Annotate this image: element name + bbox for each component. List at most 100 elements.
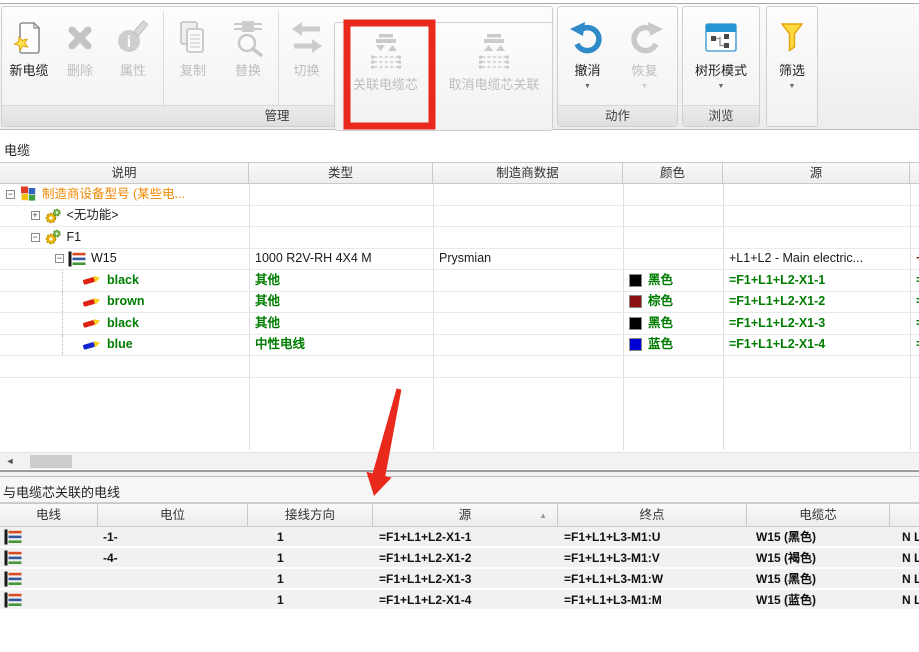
- button-label: 属性: [120, 63, 146, 79]
- wire-red-icon: [82, 316, 102, 330]
- tree-branch-line: [62, 335, 82, 356]
- replace-button[interactable]: 替换: [220, 9, 276, 109]
- column-header-4[interactable]: 源: [723, 163, 910, 183]
- tree-expander[interactable]: −: [31, 233, 40, 242]
- manufacturer-cell: [433, 184, 623, 205]
- redo-button[interactable]: 恢复 ▼: [616, 9, 673, 109]
- color-swatch: [629, 317, 642, 330]
- application-window: 管理 新电缆 删除 i: [0, 0, 919, 652]
- cable-icon: [4, 550, 22, 566]
- description-cell: −制造商设备型号 (某些电...: [0, 184, 249, 205]
- button-label: 替换: [235, 63, 261, 79]
- color-swatch: [629, 274, 642, 287]
- column-header-3[interactable]: 源▲: [373, 504, 558, 526]
- source-cell: [723, 184, 910, 205]
- table-row[interactable]: −F1: [0, 227, 919, 249]
- dropdown-caret-icon[interactable]: ▼: [718, 82, 725, 91]
- item-name: <无功能>: [67, 206, 119, 227]
- table-row[interactable]: brown其他棕色=F1+L1+L2-X1-2=: [0, 292, 919, 314]
- wires-panel-header: 与电缆芯关联的电线: [0, 477, 919, 503]
- link-cable-core-icon: [365, 29, 407, 75]
- scroll-left-arrow-icon[interactable]: ◄: [2, 453, 18, 469]
- column-header-0[interactable]: 电线: [0, 504, 98, 526]
- column-header-0[interactable]: 说明: [0, 163, 249, 183]
- dropdown-caret-icon[interactable]: ▼: [789, 82, 796, 91]
- copy-button[interactable]: 复制: [166, 9, 220, 109]
- scrollbar-thumb[interactable]: [30, 455, 72, 468]
- table-row[interactable]: black其他黑色=F1+L1+L2-X1-1=: [0, 270, 919, 292]
- new-cable-icon: [8, 15, 50, 61]
- delete-button[interactable]: 删除: [55, 9, 105, 109]
- table-row[interactable]: black其他黑色=F1+L1+L2-X1-3=: [0, 313, 919, 335]
- cut-cell: +: [910, 249, 919, 270]
- cable-table-body: −制造商设备型号 (某些电...+<无功能>−F1−W151000 R2V-RH…: [0, 184, 919, 378]
- table-row[interactable]: + <无功能>: [0, 206, 919, 228]
- cube-icon: [19, 186, 37, 202]
- color-swatch: [629, 338, 642, 351]
- column-header-2[interactable]: 制造商数据: [433, 163, 623, 183]
- unlink-cable-core-button[interactable]: 取消电缆芯关联: [436, 23, 552, 123]
- potential-cell: -4-: [98, 548, 248, 567]
- table-row[interactable]: 1=F1+L1+L2-X1-3=F1+L1+L3-M1:WW15 (黑色)N L: [0, 569, 919, 590]
- color-cell: 蓝色: [623, 335, 723, 356]
- column-header-5[interactable]: 电缆芯: [747, 504, 890, 526]
- filter-icon: [771, 15, 813, 61]
- tree-expander[interactable]: −: [55, 254, 64, 263]
- tree-expander[interactable]: +: [31, 211, 40, 220]
- button-label: 撤消: [574, 63, 600, 79]
- cut-cell: N L: [890, 527, 919, 546]
- manufacturer-cell: [433, 335, 623, 356]
- cable-icon: [4, 571, 22, 587]
- switch-button[interactable]: 切换: [281, 9, 332, 109]
- button-label: 恢复: [631, 63, 657, 79]
- cable-panel-title: 电缆: [4, 140, 30, 159]
- button-label: 切换: [293, 63, 319, 79]
- link-cable-core-button[interactable]: 关联电缆芯: [335, 23, 436, 123]
- column-header-cut: [890, 504, 919, 526]
- table-row[interactable]: -4-1=F1+L1+L2-X1-2=F1+L1+L3-M1:VW15 (褐色)…: [0, 548, 919, 569]
- ribbon-separator: [278, 11, 279, 107]
- copy-icon: [172, 15, 214, 61]
- ribbon: 管理 新电缆 删除 i: [0, 3, 919, 130]
- cable-table-header: 说明类型制造商数据颜色源: [0, 162, 919, 184]
- item-name: black: [107, 313, 139, 334]
- endpoint-cell: =F1+L1+L3-M1:M: [558, 590, 747, 609]
- type-cell: 中性电线: [249, 335, 433, 356]
- description-cell: black: [0, 313, 249, 334]
- type-cell: [249, 227, 433, 248]
- color-swatch: [629, 295, 642, 308]
- wire-cell: [0, 548, 98, 567]
- manufacturer-cell: Prysmian: [433, 249, 623, 270]
- properties-button[interactable]: i 属性: [105, 9, 161, 109]
- endpoint-cell: =F1+L1+L3-M1:W: [558, 569, 747, 588]
- column-header-2[interactable]: 接线方向: [248, 504, 373, 526]
- tree-mode-button[interactable]: 树形模式 ▼: [683, 9, 759, 109]
- item-name: W15: [91, 249, 117, 270]
- tree-expander[interactable]: −: [6, 190, 15, 199]
- color-cell: 黑色: [623, 270, 723, 291]
- button-label: 树形模式: [695, 63, 747, 79]
- filter-button[interactable]: 筛选 ▼: [767, 9, 817, 109]
- new-cable-button[interactable]: 新电缆: [3, 9, 55, 109]
- table-row[interactable]: -1-1=F1+L1+L2-X1-1=F1+L1+L3-M1:UW15 (黑色)…: [0, 527, 919, 548]
- type-cell: [249, 206, 433, 227]
- dropdown-caret-icon[interactable]: ▼: [641, 82, 648, 91]
- potential-cell: [98, 590, 248, 609]
- table-row[interactable]: −W151000 R2V-RH 4X4 MPrysmian+L1+L2 - Ma…: [0, 249, 919, 271]
- table-row[interactable]: 1=F1+L1+L2-X1-4=F1+L1+L3-M1:MW15 (蓝色)N L: [0, 590, 919, 611]
- column-header-1[interactable]: 电位: [98, 504, 248, 526]
- cable-icon: [4, 592, 22, 608]
- color-cell: 黑色: [623, 313, 723, 334]
- button-label: 取消电缆芯关联: [448, 77, 539, 93]
- gears-icon: [44, 208, 62, 224]
- panel-splitter[interactable]: [0, 470, 919, 477]
- dropdown-caret-icon[interactable]: ▼: [584, 82, 591, 91]
- column-header-3[interactable]: 颜色: [623, 163, 723, 183]
- horizontal-scrollbar[interactable]: ◄: [0, 452, 919, 469]
- table-row[interactable]: blue中性电线蓝色=F1+L1+L2-X1-4=: [0, 335, 919, 357]
- item-name: brown: [107, 292, 145, 313]
- undo-button[interactable]: 撤消 ▼: [559, 9, 616, 109]
- column-header-1[interactable]: 类型: [249, 163, 433, 183]
- table-row[interactable]: −制造商设备型号 (某些电...: [0, 184, 919, 206]
- column-header-4[interactable]: 终点: [558, 504, 747, 526]
